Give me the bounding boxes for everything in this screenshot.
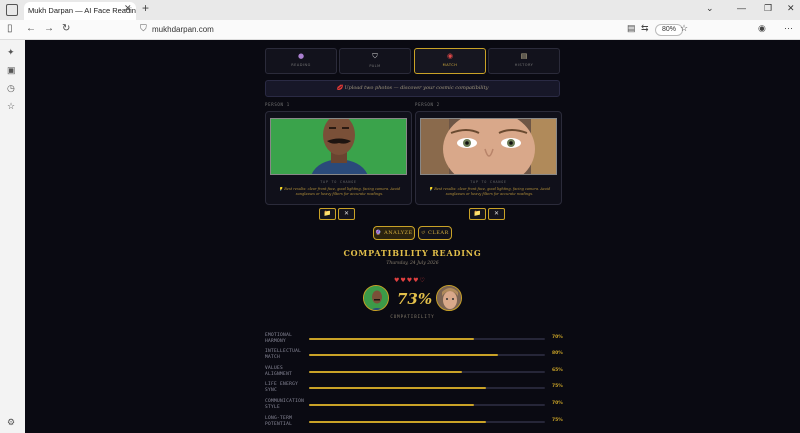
- instruction-banner: 💋 Upload two photos — discover your cosm…: [265, 80, 560, 97]
- trait-progress-bar: [309, 421, 545, 423]
- trait-row: LIFE ENERGY SYNC 75%: [265, 382, 565, 396]
- tab-title: Mukh Darpan — AI Face Reading |: [28, 6, 136, 15]
- person1-remove-button[interactable]: ✕: [338, 208, 355, 220]
- title-bar: Mukh Darpan — AI Face Reading | ✕ + ⌄ — …: [0, 0, 800, 20]
- trait-progress-bar: [309, 404, 545, 406]
- tab-history-label: HISTORY: [514, 63, 534, 67]
- history-icon[interactable]: ◷: [7, 83, 15, 94]
- close-tab-icon[interactable]: ✕: [124, 3, 132, 14]
- person2-photo[interactable]: [420, 118, 557, 175]
- sidebar-toggle-icon[interactable]: ▯: [7, 23, 13, 34]
- person1-tip: 💡 Best results: clear front face, good l…: [278, 187, 401, 196]
- reload-button[interactable]: ↻: [62, 23, 70, 34]
- favorites-icon[interactable]: ☆: [7, 101, 15, 112]
- person2-avatar: [436, 285, 462, 311]
- result-heading: COMPATIBILITY READING: [343, 248, 482, 258]
- trait-progress-fill: [309, 338, 475, 340]
- app-page: ● READING ⛉ PALM ◉ MATCH ▤ HISTORY 💋 Upl…: [25, 40, 800, 433]
- person1-photo[interactable]: [270, 118, 407, 175]
- trait-row: LONG-TERM POTENTIAL 75%: [265, 416, 565, 430]
- collections-icon[interactable]: ▣: [7, 65, 16, 76]
- profile-icon[interactable]: ◉: [758, 23, 766, 34]
- tab-match[interactable]: ◉ MATCH: [414, 48, 486, 74]
- person1-avatar: [363, 285, 389, 311]
- person1-upload-card[interactable]: TAP TO CHANGE 💡 Best results: clear fron…: [265, 111, 412, 205]
- browser-sidebar: ✦ ▣ ◷ ☆ ⚙: [0, 40, 25, 433]
- back-button[interactable]: ←: [26, 23, 36, 34]
- trait-row: EMOTIONAL HARMONY 70%: [265, 333, 565, 347]
- new-tab-button[interactable]: +: [142, 1, 149, 15]
- compatibility-label: COMPATIBILITY: [390, 314, 435, 319]
- person2-tip: 💡 Best results: clear front face, good l…: [428, 187, 551, 196]
- more-menu-icon[interactable]: ⋯: [784, 23, 793, 34]
- trait-progress-bar: [309, 387, 545, 389]
- crystal-ball-icon: ●: [297, 52, 305, 60]
- trait-label: LIFE ENERGY SYNC: [265, 382, 299, 393]
- restore-button[interactable]: ❐: [764, 3, 772, 14]
- trait-progress-fill: [309, 404, 475, 406]
- minimize-button[interactable]: —: [737, 3, 746, 13]
- person1-label: PERSON 1: [265, 102, 290, 107]
- person1-change-caption: TAP TO CHANGE: [320, 180, 357, 184]
- result-date: Thursday, 24 July 2026: [386, 261, 439, 266]
- trait-row: COMMUNICATION STYLE 70%: [265, 399, 565, 413]
- trait-label: EMOTIONAL HARMONY: [265, 333, 293, 344]
- trait-label: LONG-TERM POTENTIAL: [265, 416, 293, 427]
- trait-label: COMMUNICATION STYLE: [265, 399, 305, 410]
- trait-progress-bar: [309, 371, 545, 373]
- hearts-rating: ♥♥♥♥♡: [394, 277, 426, 284]
- favorite-star-icon[interactable]: ☆: [680, 23, 688, 34]
- mode-tabs: ● READING ⛉ PALM ◉ MATCH ▤ HISTORY: [265, 48, 560, 74]
- translate-icon[interactable]: ⇆: [641, 23, 649, 34]
- person2-change-caption: TAP TO CHANGE: [470, 180, 507, 184]
- tab-reading-label: READING: [291, 63, 311, 67]
- trait-progress-fill: [309, 371, 463, 373]
- trait-percent: 75%: [552, 418, 563, 423]
- shield-icon: ⛉: [372, 52, 378, 60]
- tab-history[interactable]: ▤ HISTORY: [488, 48, 560, 74]
- close-window-button[interactable]: ✕: [787, 3, 795, 14]
- scroll-icon: ▤: [520, 52, 528, 60]
- person2-label: PERSON 2: [415, 102, 440, 107]
- trait-percent: 70%: [552, 335, 563, 340]
- tab-match-label: MATCH: [442, 63, 458, 67]
- tab-palm[interactable]: ⛉ PALM: [339, 48, 411, 74]
- person2-upload-card[interactable]: TAP TO CHANGE 💡 Best results: clear fron…: [415, 111, 562, 205]
- compatibility-score: 73%: [397, 290, 433, 308]
- trait-row: INTELLECTUAL MATCH 80%: [265, 349, 565, 363]
- settings-gear-icon[interactable]: ⚙: [7, 417, 15, 428]
- address-bar: ▯ ← → ↻ ⛉ mukhdarpan.com ▤ ⇆ 80% ☆ ◉ ⋯: [0, 20, 800, 40]
- person2-upload-button[interactable]: 📁: [469, 208, 486, 220]
- trait-progress-fill: [309, 421, 486, 423]
- analyze-button[interactable]: 🔮 ANALYZE: [373, 226, 415, 240]
- trait-progress-fill: [309, 354, 498, 356]
- chevron-down-icon[interactable]: ⌄: [706, 3, 714, 14]
- browser-tab[interactable]: Mukh Darpan — AI Face Reading |: [24, 2, 136, 20]
- url-field[interactable]: ⛉ mukhdarpan.com ▤ ⇆ 80% ☆: [136, 22, 696, 38]
- clear-button[interactable]: ↺ CLEAR: [418, 226, 452, 240]
- site-info-icon[interactable]: ⛉: [140, 23, 147, 34]
- trait-progress-bar: [309, 354, 545, 356]
- lips-icon: ◉: [446, 52, 454, 60]
- tab-reading[interactable]: ● READING: [265, 48, 337, 74]
- trait-percent: 65%: [552, 368, 563, 373]
- person2-remove-button[interactable]: ✕: [488, 208, 505, 220]
- tab-palm-label: PALM: [369, 64, 381, 68]
- url-text: mukhdarpan.com: [152, 25, 214, 34]
- trait-progress-fill: [309, 387, 486, 389]
- trait-percent: 70%: [552, 401, 563, 406]
- trait-progress-bar: [309, 338, 545, 340]
- reader-mode-icon[interactable]: ▤: [627, 23, 636, 34]
- zoom-level[interactable]: 80%: [655, 24, 684, 36]
- trait-label: INTELLECTUAL MATCH: [265, 349, 302, 360]
- trait-row: VALUES ALIGNMENT 65%: [265, 366, 565, 380]
- tab-actions-icon[interactable]: [6, 4, 18, 16]
- trait-percent: 75%: [552, 384, 563, 389]
- copilot-icon[interactable]: ✦: [7, 47, 15, 58]
- trait-percent: 80%: [552, 351, 563, 356]
- forward-button[interactable]: →: [44, 23, 54, 34]
- person1-upload-button[interactable]: 📁: [319, 208, 336, 220]
- trait-label: VALUES ALIGNMENT: [265, 366, 293, 377]
